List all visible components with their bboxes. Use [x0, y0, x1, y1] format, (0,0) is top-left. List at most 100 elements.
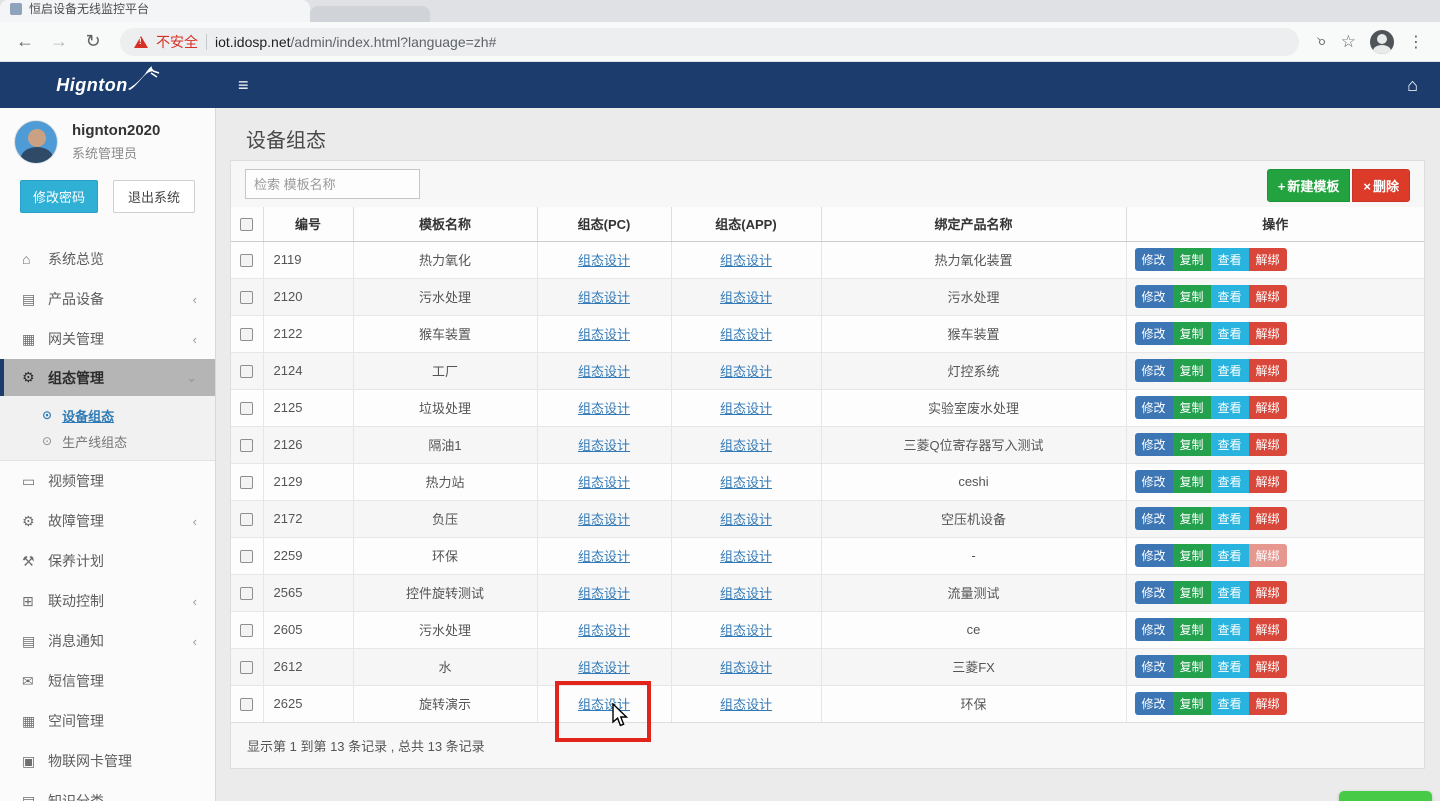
copy-button[interactable]: 复制: [1173, 544, 1211, 567]
pc-config-design-link[interactable]: 组态设计: [578, 660, 630, 675]
unbind-button[interactable]: 解绑: [1249, 581, 1287, 604]
new-template-button[interactable]: +新建模板: [1267, 169, 1351, 202]
unbind-button[interactable]: 解绑: [1249, 507, 1287, 530]
pc-config-design-link[interactable]: 组态设计: [578, 438, 630, 453]
sidebar-menu-item[interactable]: ▤ 产品设备 ‹: [0, 279, 215, 319]
row-checkbox[interactable]: [240, 661, 253, 674]
copy-button[interactable]: 复制: [1173, 470, 1211, 493]
back-icon[interactable]: ←: [10, 27, 40, 57]
browser-tab[interactable]: 恒启设备无线监控平台: [0, 0, 310, 22]
view-button[interactable]: 查看: [1211, 655, 1249, 678]
copy-button[interactable]: 复制: [1173, 248, 1211, 271]
copy-button[interactable]: 复制: [1173, 433, 1211, 456]
edit-button[interactable]: 修改: [1135, 544, 1173, 567]
copy-button[interactable]: 复制: [1173, 618, 1211, 641]
edit-button[interactable]: 修改: [1135, 396, 1173, 419]
delete-button[interactable]: ×删除: [1352, 169, 1410, 202]
view-button[interactable]: 查看: [1211, 359, 1249, 382]
sidebar-menu-item[interactable]: ⊞ 联动控制 ‹: [0, 581, 215, 621]
row-checkbox[interactable]: [240, 291, 253, 304]
sidebar-menu-item[interactable]: ⌂ 系统总览: [0, 239, 215, 279]
app-config-design-link[interactable]: 组态设计: [720, 253, 772, 268]
copy-button[interactable]: 复制: [1173, 507, 1211, 530]
view-button[interactable]: 查看: [1211, 248, 1249, 271]
search-input[interactable]: [245, 169, 420, 199]
sidebar-menu-item[interactable]: ▦ 网关管理 ‹: [0, 319, 215, 359]
copy-button[interactable]: 复制: [1173, 581, 1211, 604]
edit-button[interactable]: 修改: [1135, 285, 1173, 308]
edit-button[interactable]: 修改: [1135, 359, 1173, 382]
row-checkbox[interactable]: [240, 624, 253, 637]
row-checkbox[interactable]: [240, 476, 253, 489]
copy-button[interactable]: 复制: [1173, 322, 1211, 345]
row-checkbox[interactable]: [240, 513, 253, 526]
app-config-design-link[interactable]: 组态设计: [720, 512, 772, 527]
pc-config-design-link[interactable]: 组态设计: [578, 290, 630, 305]
row-checkbox[interactable]: [240, 254, 253, 267]
view-button[interactable]: 查看: [1211, 692, 1249, 715]
app-config-design-link[interactable]: 组态设计: [720, 586, 772, 601]
app-config-design-link[interactable]: 组态设计: [720, 697, 772, 712]
app-config-design-link[interactable]: 组态设计: [720, 327, 772, 342]
sidebar-menu-item[interactable]: ⚙ 故障管理 ‹: [0, 501, 215, 541]
sidebar-menu-item[interactable]: ▤ 知识分类: [0, 781, 215, 801]
app-config-design-link[interactable]: 组态设计: [720, 364, 772, 379]
edit-button[interactable]: 修改: [1135, 433, 1173, 456]
view-button[interactable]: 查看: [1211, 581, 1249, 604]
app-config-design-link[interactable]: 组态设计: [720, 475, 772, 490]
browser-profile-icon[interactable]: [1370, 30, 1394, 54]
row-checkbox[interactable]: [240, 402, 253, 415]
edit-button[interactable]: 修改: [1135, 655, 1173, 678]
edit-button[interactable]: 修改: [1135, 581, 1173, 604]
edit-button[interactable]: 修改: [1135, 470, 1173, 493]
address-bar[interactable]: 不安全 iot.idosp.net/admin/index.html?langu…: [120, 28, 1299, 56]
bookmark-star-icon[interactable]: ☆: [1341, 32, 1356, 52]
refresh-icon[interactable]: ↻: [78, 27, 108, 57]
change-password-button[interactable]: 修改密码: [20, 180, 98, 213]
sidebar-submenu-item[interactable]: ⊙ 设备组态: [0, 402, 215, 428]
unbind-button[interactable]: 解绑: [1249, 692, 1287, 715]
view-button[interactable]: 查看: [1211, 470, 1249, 493]
row-checkbox[interactable]: [240, 698, 253, 711]
pc-config-design-link[interactable]: 组态设计: [578, 401, 630, 416]
sidebar-menu-item[interactable]: ⚙ 组态管理 ⌄: [0, 359, 215, 396]
app-config-design-link[interactable]: 组态设计: [720, 438, 772, 453]
unbind-button[interactable]: 解绑: [1249, 396, 1287, 419]
pc-config-design-link[interactable]: 组态设计: [578, 364, 630, 379]
sidebar-menu-item[interactable]: ▣ 物联网卡管理: [0, 741, 215, 781]
app-config-design-link[interactable]: 组态设计: [720, 623, 772, 638]
view-button[interactable]: 查看: [1211, 396, 1249, 419]
view-button[interactable]: 查看: [1211, 618, 1249, 641]
pc-config-design-link[interactable]: 组态设计: [578, 253, 630, 268]
row-checkbox[interactable]: [240, 365, 253, 378]
pc-config-design-link[interactable]: 组态设计: [578, 327, 630, 342]
unbind-button[interactable]: 解绑: [1249, 618, 1287, 641]
copy-button[interactable]: 复制: [1173, 285, 1211, 308]
copy-button[interactable]: 复制: [1173, 692, 1211, 715]
view-button[interactable]: 查看: [1211, 322, 1249, 345]
row-checkbox[interactable]: [240, 550, 253, 563]
app-config-design-link[interactable]: 组态设计: [720, 290, 772, 305]
view-button[interactable]: 查看: [1211, 544, 1249, 567]
zoom-out-icon[interactable]: ⌕: [1312, 37, 1332, 47]
copy-button[interactable]: 复制: [1173, 396, 1211, 419]
sidebar-menu-item[interactable]: ▦ 空间管理: [0, 701, 215, 741]
logout-button[interactable]: 退出系统: [113, 180, 195, 213]
unbind-button[interactable]: 解绑: [1249, 285, 1287, 308]
edit-button[interactable]: 修改: [1135, 507, 1173, 530]
pc-config-design-link[interactable]: 组态设计: [578, 549, 630, 564]
app-config-design-link[interactable]: 组态设计: [720, 549, 772, 564]
unbind-button[interactable]: 解绑: [1249, 544, 1287, 567]
sidebar-submenu-item[interactable]: ⊙ 生产线组态: [0, 428, 215, 454]
row-checkbox[interactable]: [240, 328, 253, 341]
edit-button[interactable]: 修改: [1135, 618, 1173, 641]
app-config-design-link[interactable]: 组态设计: [720, 660, 772, 675]
sidebar-toggle-icon[interactable]: ≡: [238, 75, 249, 96]
unbind-button[interactable]: 解绑: [1249, 359, 1287, 382]
copy-button[interactable]: 复制: [1173, 359, 1211, 382]
edit-button[interactable]: 修改: [1135, 692, 1173, 715]
pc-config-design-link[interactable]: 组态设计: [578, 586, 630, 601]
app-config-design-link[interactable]: 组态设计: [720, 401, 772, 416]
unbind-button[interactable]: 解绑: [1249, 322, 1287, 345]
view-button[interactable]: 查看: [1211, 285, 1249, 308]
